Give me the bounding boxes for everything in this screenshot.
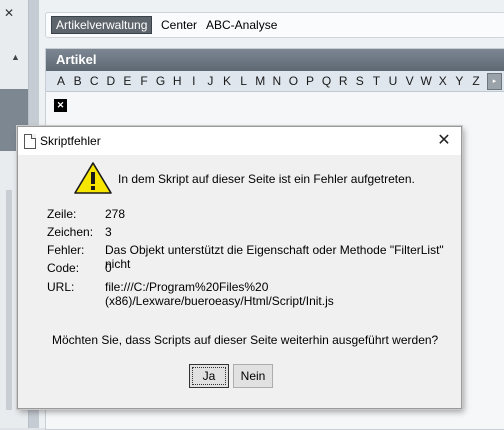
field-value-char: 3 (105, 225, 112, 239)
menu-bar: Artikelverwaltung Center ABC-Analyse (45, 12, 504, 38)
no-button[interactable]: Nein (233, 364, 273, 388)
error-message: In dem Skript auf dieser Seite ist ein F… (118, 172, 415, 186)
scroll-right-icon[interactable]: ▸ (487, 73, 502, 90)
alphabet-letter-l[interactable]: L (237, 74, 251, 88)
field-value-code: 0 (105, 261, 112, 275)
alphabet-letter-r[interactable]: R (336, 74, 350, 88)
close-icon[interactable]: ✕ (2, 6, 16, 20)
menu-center[interactable]: Center (157, 17, 201, 33)
yes-button[interactable]: Ja (189, 364, 229, 388)
alphabet-letter-w[interactable]: W (419, 74, 433, 88)
warning-icon (74, 162, 112, 194)
left-pane-scrollbar[interactable] (6, 190, 12, 410)
alphabet-letter-m[interactable]: M (253, 74, 267, 88)
field-value-url-cont: (x86)/Lexware/bueroeasy/Html/Script/Init… (105, 294, 334, 308)
dialog-title: Skriptfehler (40, 134, 101, 148)
alphabet-filter-bar: ▸ ABCDEFGHIJKLMNOPQRSTUVWXYZ (46, 71, 504, 92)
field-label-char: Zeichen: (47, 225, 94, 239)
alphabet-letter-t[interactable]: T (369, 74, 383, 88)
alphabet-letter-s[interactable]: S (353, 74, 367, 88)
alphabet-letter-e[interactable]: E (120, 74, 134, 88)
field-value-url: file:///C:/Program%20Files%20 (105, 280, 269, 294)
alphabet-letter-h[interactable]: H (170, 74, 184, 88)
panel-title: Artikel (46, 49, 504, 71)
continue-question: Möchten Sie, dass Scripts auf dieser Sei… (52, 333, 439, 347)
alphabet-letter-n[interactable]: N (270, 74, 284, 88)
alphabet-letter-p[interactable]: P (303, 74, 317, 88)
alphabet-letter-b[interactable]: B (71, 74, 85, 88)
alphabet-letter-o[interactable]: O (286, 74, 300, 88)
field-value-line: 278 (105, 207, 126, 221)
menu-abc-analyse[interactable]: ABC-Analyse (202, 17, 281, 33)
field-label-line: Zeile: (47, 207, 77, 221)
script-error-dialog: Skriptfehler ✕ In dem Skript auf dieser … (17, 126, 462, 409)
alphabet-letter-i[interactable]: I (187, 74, 201, 88)
menu-artikelverwaltung[interactable]: Artikelverwaltung (51, 16, 153, 34)
alphabet-letter-z[interactable]: Z (469, 74, 483, 88)
alphabet-letter-c[interactable]: C (87, 74, 101, 88)
alphabet-letter-j[interactable]: J (203, 74, 217, 88)
field-label-error: Fehler: (47, 243, 85, 257)
alphabet-letter-k[interactable]: K (220, 74, 234, 88)
dialog-titlebar: Skriptfehler ✕ (18, 127, 461, 155)
alphabet-letter-x[interactable]: X (436, 74, 450, 88)
alphabet-letter-g[interactable]: G (154, 74, 168, 88)
close-button[interactable]: ✕ (433, 131, 455, 151)
alphabet-letter-d[interactable]: D (104, 74, 118, 88)
checkbox-icon[interactable]: ✕ (54, 99, 67, 112)
field-value-error: Das Objekt unterstützt die Eigenschaft o… (105, 243, 444, 271)
alphabet-letter-y[interactable]: Y (452, 74, 466, 88)
chevron-up-icon[interactable]: ▲ (11, 52, 20, 62)
alphabet-letter-q[interactable]: Q (320, 74, 334, 88)
alphabet-letter-f[interactable]: F (137, 74, 151, 88)
alphabet-letter-u[interactable]: U (386, 74, 400, 88)
field-label-code: Code: (47, 261, 80, 275)
alphabet-letter-a[interactable]: A (54, 74, 68, 88)
alphabet-letter-v[interactable]: V (403, 74, 417, 88)
document-icon (24, 134, 36, 149)
field-label-url: URL: (47, 280, 75, 294)
